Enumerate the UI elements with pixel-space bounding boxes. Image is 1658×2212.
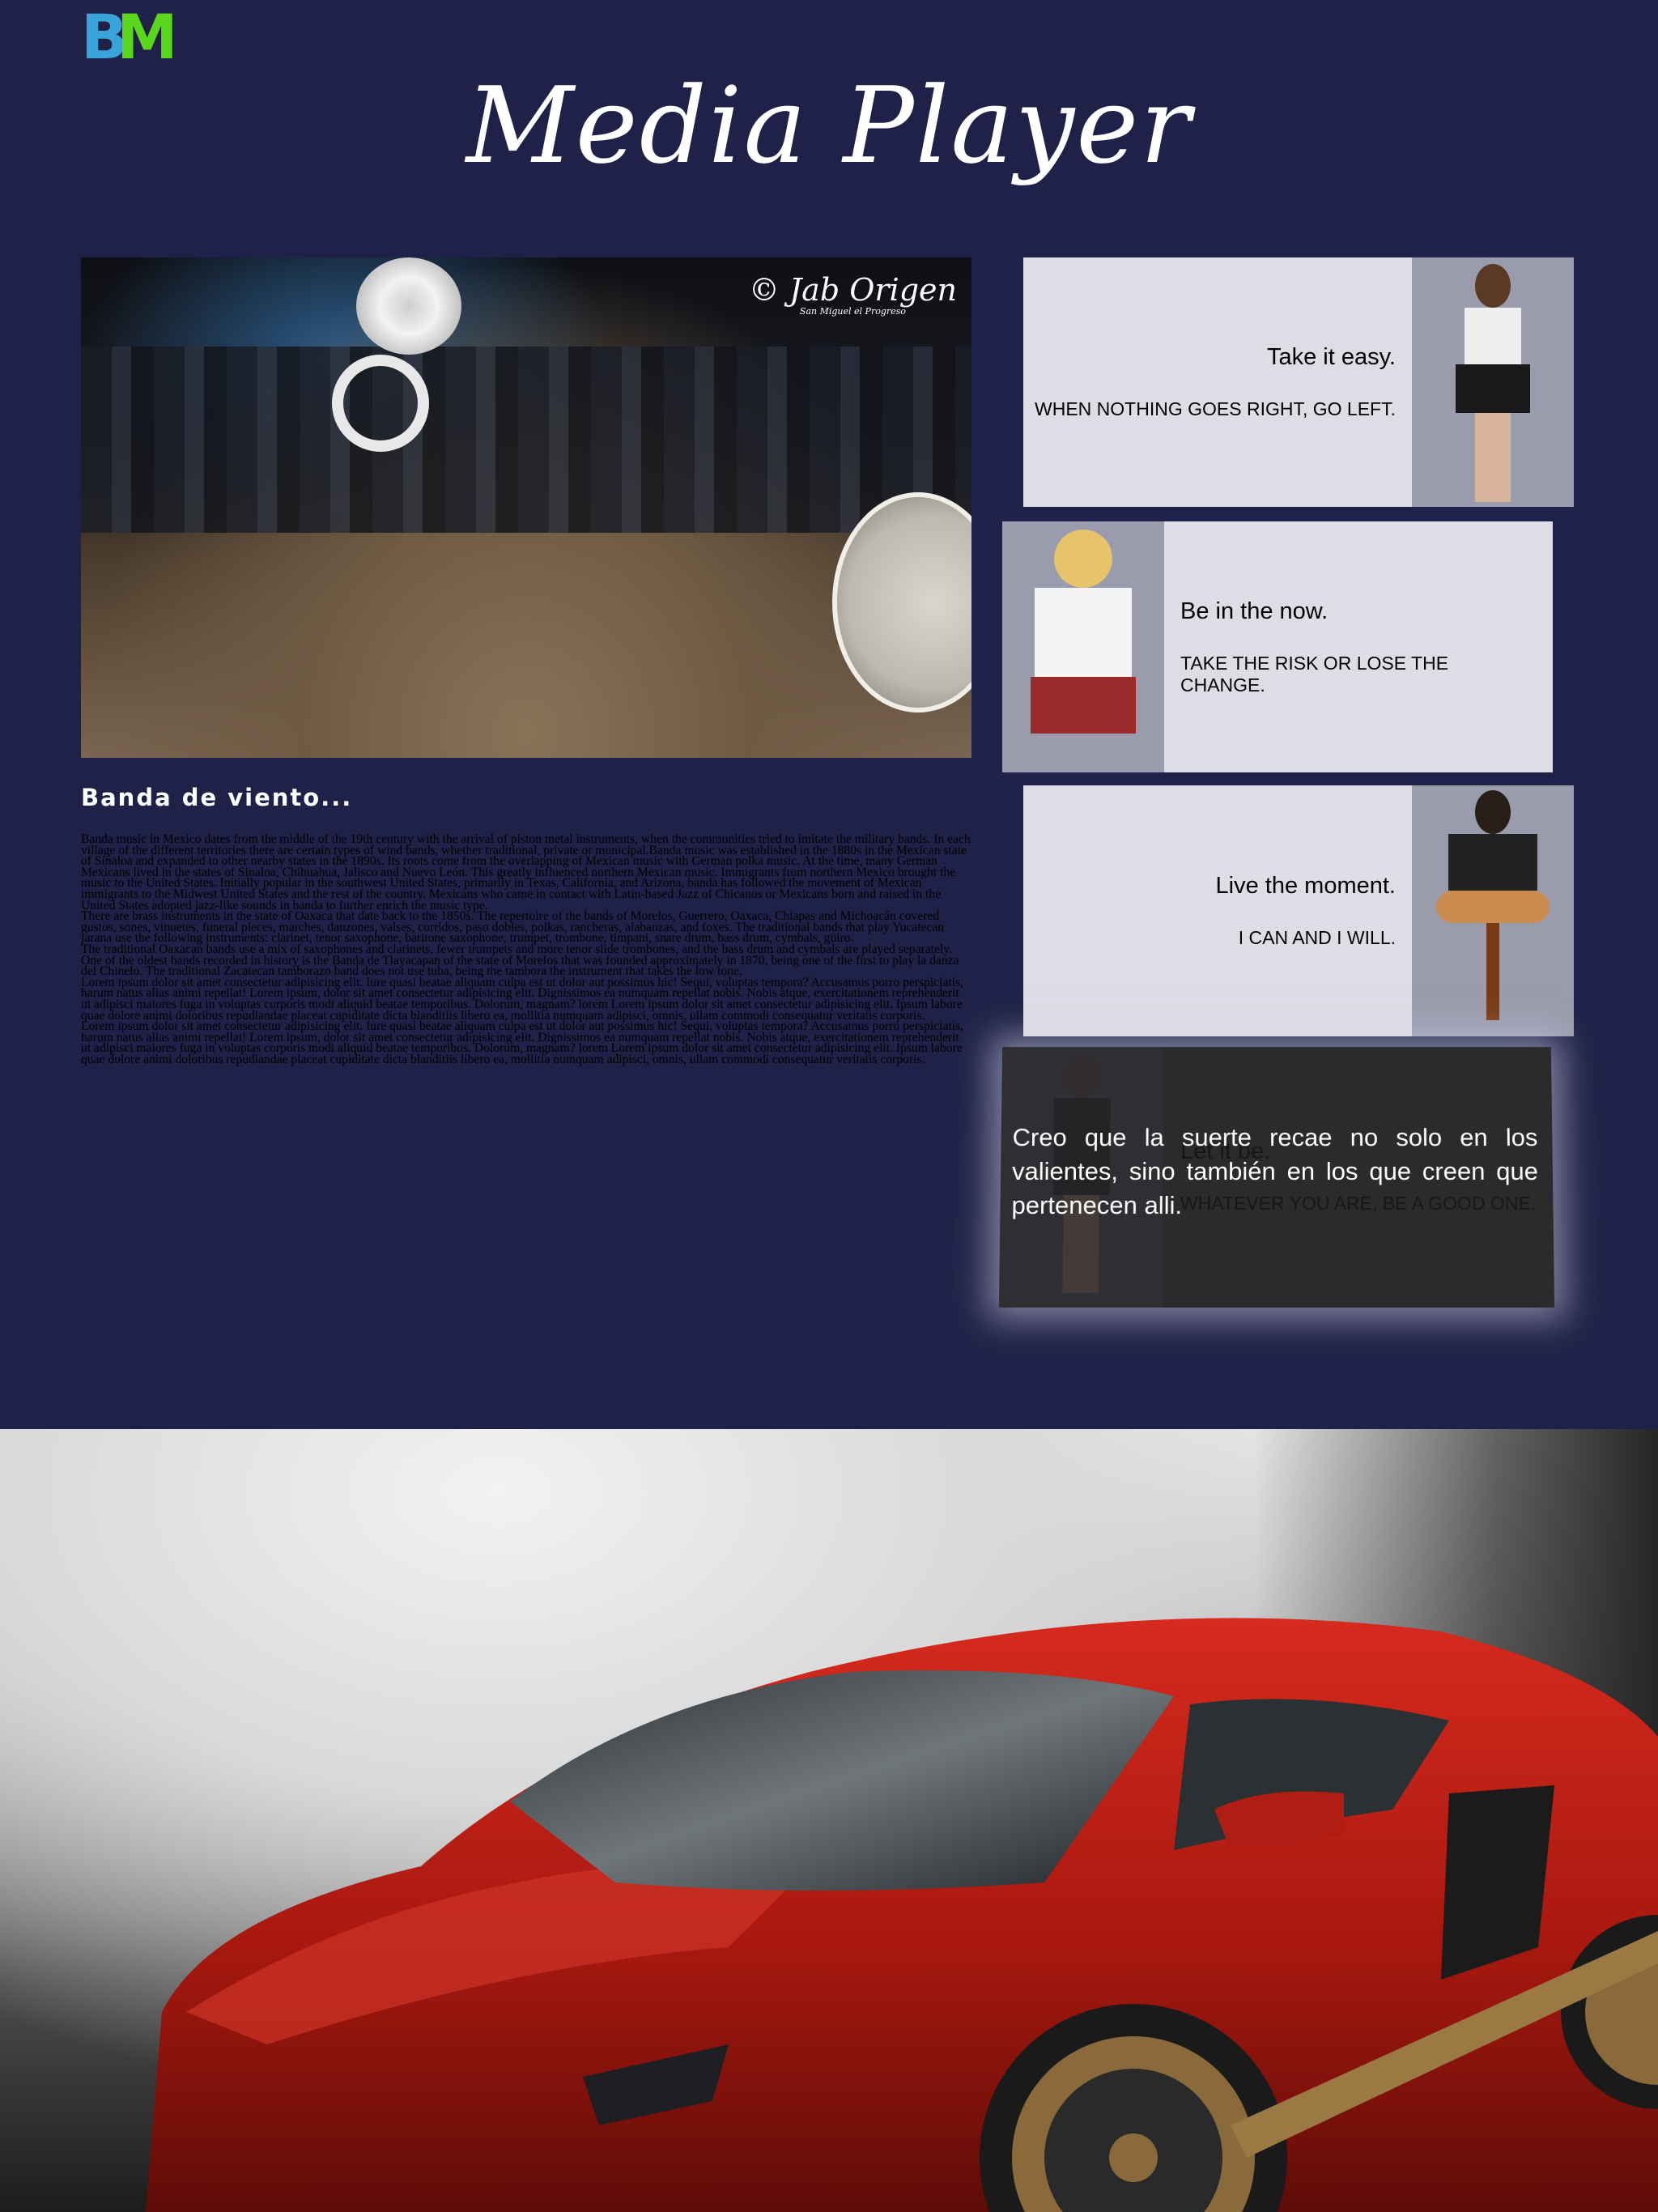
video-watermark: © Jab Origen San Miguel el Progreso <box>749 274 957 317</box>
model-figure <box>1436 790 1550 1020</box>
card-subheading: I CAN AND I WILL. <box>1239 927 1396 949</box>
watermark-subtext: San Miguel el Progreso <box>749 306 957 317</box>
card-text: Be in the now. TAKE THE RISK OR LOSE THE… <box>1180 521 1537 772</box>
card-text: Take it easy. WHEN NOTHING GOES RIGHT, G… <box>1023 257 1396 507</box>
card-photo-guitarist <box>1412 785 1574 1036</box>
quote-card-3[interactable]: Live the moment. I CAN AND I WILL. <box>1023 785 1574 1036</box>
watermark-text: © Jab Origen <box>749 272 957 308</box>
article-body: Banda music in Mexico dates from the mid… <box>81 834 971 1065</box>
tuba-bell-image <box>356 257 461 355</box>
card-text: Live the moment. I CAN AND I WILL. <box>1023 785 1396 1036</box>
card-heading: Be in the now. <box>1180 598 1328 625</box>
card-subheading: TAKE THE RISK OR LOSE THE CHANGE. <box>1180 653 1537 696</box>
article-paragraph: Lorem ipsum dolor sit amet consectetur a… <box>81 977 971 1021</box>
article-paragraph: Lorem ipsum dolor sit amet consectetur a… <box>81 1021 971 1065</box>
model-figure <box>1031 530 1136 734</box>
sports-car-illustration <box>0 1429 1658 2212</box>
quote-card-2[interactable]: Be in the now. TAKE THE RISK OR LOSE THE… <box>1002 521 1553 772</box>
card-heading: Take it easy. <box>1267 344 1396 371</box>
card-photo-model <box>1412 257 1574 507</box>
card-hover-quote: Creo que la suerte recae no solo en los … <box>1011 1121 1538 1223</box>
hero-car-image <box>0 1429 1658 2212</box>
tuba-coil-image <box>332 355 429 452</box>
quote-card-1[interactable]: Take it easy. WHEN NOTHING GOES RIGHT, G… <box>1023 257 1574 507</box>
card-photo-schoolgirl <box>1002 521 1164 772</box>
model-figure <box>1456 264 1530 502</box>
article-paragraph: The traditional Oaxacan bands use a mix … <box>81 944 971 977</box>
card-heading: Live the moment. <box>1216 873 1396 900</box>
page-title: Media Player <box>0 49 1658 202</box>
quote-card-4[interactable]: Let it be. WHATEVER YOU ARE, BE A GOOD O… <box>999 1047 1554 1308</box>
band-crowd-image <box>81 347 971 533</box>
video-player[interactable]: © Jab Origen San Miguel el Progreso <box>81 257 971 758</box>
article-paragraph: There are brass instruments in the state… <box>81 911 971 944</box>
card-subheading: WHEN NOTHING GOES RIGHT, GO LEFT. <box>1035 398 1396 420</box>
article-paragraph: Banda music in Mexico dates from the mid… <box>81 834 971 911</box>
article-title: Banda de viento... <box>81 784 352 811</box>
